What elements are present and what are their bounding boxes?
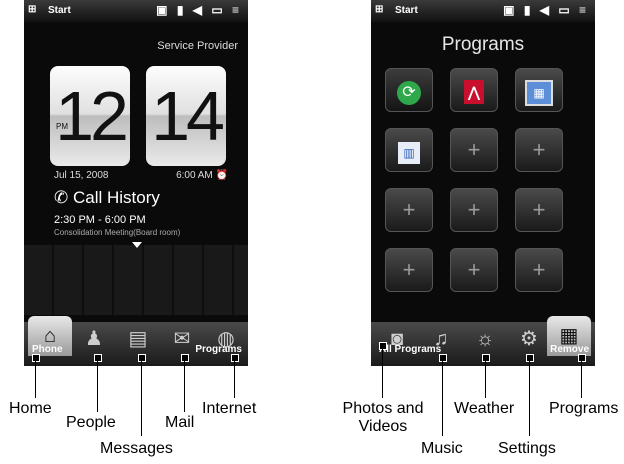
empty-slot[interactable]: + xyxy=(515,188,563,232)
callout-dot xyxy=(32,354,40,362)
clock-date: Jul 15, 2008 xyxy=(54,170,109,181)
start-label[interactable]: Start xyxy=(48,5,71,16)
programs-screen-phone: ⊞ Start ▣ ▮ ◀ ▭ ≡ Programs ⟳ ⋀ ▦ ▥ + + +… xyxy=(371,0,595,366)
callout-music: Music xyxy=(421,440,463,457)
softkey-all-programs[interactable]: All Programs xyxy=(379,344,441,355)
empty-slot[interactable]: + xyxy=(515,128,563,172)
callout-dot xyxy=(439,354,447,362)
callout-dot xyxy=(181,354,189,362)
appointment-time: 2:30 PM - 6:00 PM xyxy=(54,214,146,226)
callout-dot xyxy=(526,354,534,362)
callout-line xyxy=(529,358,530,436)
tab-settings[interactable]: ⚙ xyxy=(507,322,551,356)
callout-line xyxy=(382,346,383,398)
sun-icon: ☼ xyxy=(475,328,495,350)
callout-line xyxy=(141,358,142,436)
callout-line xyxy=(442,358,443,436)
callout-line xyxy=(35,358,36,398)
message-icon: ▤ xyxy=(128,328,148,350)
windows-logo-icon[interactable]: ⊞ xyxy=(375,4,383,15)
call-history-title: Call History xyxy=(72,188,160,207)
status-icons: ▣ ▮ ◀ ▭ ≡ xyxy=(156,3,242,17)
empty-slot[interactable]: + xyxy=(385,188,433,232)
callout-dot xyxy=(94,354,102,362)
person-icon: ♟ xyxy=(85,328,103,350)
status-bar: ⊞ Start ▣ ▮ ◀ ▭ ≡ xyxy=(371,0,595,22)
ampm-label: PM xyxy=(56,122,68,131)
callout-dot xyxy=(231,354,239,362)
service-provider-label: Service Provider xyxy=(157,40,238,52)
callout-dot xyxy=(138,354,146,362)
program-slot[interactable]: ▥ xyxy=(385,128,433,172)
callout-line xyxy=(234,358,235,398)
program-slot[interactable]: ⟳ xyxy=(385,68,433,112)
callout-line xyxy=(184,358,185,412)
callout-messages: Messages xyxy=(100,440,173,457)
start-label[interactable]: Start xyxy=(395,5,418,16)
callout-home: Home xyxy=(9,400,52,417)
callout-programs: Programs xyxy=(549,400,619,417)
windows-logo-icon[interactable]: ⊞ xyxy=(28,4,36,15)
empty-slot[interactable]: + xyxy=(385,248,433,292)
empty-slot[interactable]: + xyxy=(515,248,563,292)
call-history-link[interactable]: ✆ Call History xyxy=(54,188,160,208)
tab-weather[interactable]: ☼ xyxy=(463,322,507,356)
spreadsheet-icon: ▥ xyxy=(398,142,420,164)
callout-people: People xyxy=(66,414,116,431)
empty-slot[interactable]: + xyxy=(450,248,498,292)
phone-handset-icon: ✆ xyxy=(54,188,69,207)
floor-reflection xyxy=(24,245,248,315)
alarm-time-label: 6:00 AM xyxy=(176,170,213,181)
empty-slot[interactable]: + xyxy=(450,188,498,232)
callout-weather: Weather xyxy=(454,400,515,417)
callout-line xyxy=(581,358,582,398)
caret-down-icon xyxy=(132,242,142,248)
callout-dot xyxy=(578,354,586,362)
callout-line xyxy=(485,358,486,398)
envelope-icon: ✉ xyxy=(173,328,191,350)
callout-dot xyxy=(482,354,490,362)
programs-title: Programs xyxy=(441,34,525,55)
tab-people[interactable]: ♟ xyxy=(72,322,116,356)
program-slot[interactable]: ⋀ xyxy=(450,68,498,112)
callout-line xyxy=(97,358,98,412)
clock-minute-value: 14 xyxy=(151,77,225,155)
home-screen-phone: ⊞ Start ▣ ▮ ◀ ▭ ≡ Service Provider PM 12… xyxy=(24,0,248,366)
tab-messages[interactable]: ▤ xyxy=(116,322,160,356)
alarm-time[interactable]: 6:00 AM ⏰ xyxy=(176,170,228,181)
pdf-icon: ⋀ xyxy=(464,80,484,104)
callout-photos-videos: Photos and Videos xyxy=(342,400,424,435)
status-icons: ▣ ▮ ◀ ▭ ≡ xyxy=(503,3,589,17)
callout-dot xyxy=(379,342,387,350)
callout-internet: Internet xyxy=(202,400,257,417)
sync-icon: ⟳ xyxy=(397,81,421,105)
program-slot[interactable]: ▦ xyxy=(515,68,563,112)
alarm-clock-icon: ⏰ xyxy=(215,170,228,181)
clock-hour-value: 12 xyxy=(55,77,129,155)
callout-settings: Settings xyxy=(498,440,556,457)
callout-mail: Mail xyxy=(165,414,195,431)
empty-slot[interactable]: + xyxy=(450,128,498,172)
clock-hour[interactable]: PM 12 xyxy=(50,66,130,166)
status-bar: ⊞ Start ▣ ▮ ◀ ▭ ≡ xyxy=(24,0,248,22)
gear-icon: ⚙ xyxy=(520,328,538,350)
clock-minute[interactable]: 14 xyxy=(146,66,226,166)
appointment-detail: Consolidation Meeting(Board room) xyxy=(54,228,181,237)
pictures-icon: ▦ xyxy=(525,80,553,106)
